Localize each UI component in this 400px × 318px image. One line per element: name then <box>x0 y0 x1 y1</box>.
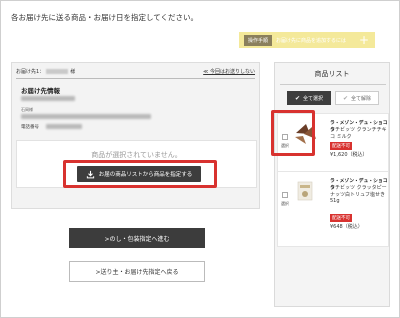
highlight-pick-button <box>63 160 217 188</box>
destination-header: お届け先1： 様 ≪ 今回はお送りしない <box>16 67 255 76</box>
skip-destination-link[interactable]: ≪ 今回はお送りしない <box>203 68 255 75</box>
clear-all-label: 全て解除 <box>351 95 372 102</box>
clear-all-button[interactable]: ✔ 全て解除 <box>335 91 379 105</box>
address-redacted <box>21 96 75 101</box>
divider <box>16 78 255 79</box>
back-to-sender-button[interactable]: >送り主・お届け先指定へ戻る <box>69 261 205 282</box>
name-label: 石岡様 <box>21 107 33 112</box>
help-bar[interactable]: 操作手順 お届け先に商品を追加するには + <box>239 32 375 48</box>
product-list-panel: 商品リスト ✔ 全て選択 ✔ 全て解除 選択 ラ・メゾン・デュ・ショコラ タチビ… <box>274 62 390 307</box>
status-badge: 配送不可 <box>330 142 352 150</box>
destination-label: お届け先1： <box>16 69 45 75</box>
product-image-box <box>290 176 320 206</box>
product-name: タチビッツ クランチチキコ ミルク <box>330 127 387 140</box>
phone-redacted <box>46 124 82 129</box>
page-frame: 各お届け先に送る商品・お届け日を指定してください。 操作手順 お届け先に商品を追… <box>0 0 400 318</box>
check-icon: ✔ <box>342 94 348 102</box>
status-badge: 配送不可 <box>330 214 352 222</box>
destination-info-title: お届け先情報 <box>21 87 60 95</box>
select-label: 選択 <box>281 201 289 206</box>
product-price: ¥1,620（税込） <box>330 152 368 158</box>
plus-icon[interactable]: + <box>359 34 369 46</box>
check-icon: ✔ <box>294 94 300 102</box>
product-price: ¥648（税込） <box>330 224 363 230</box>
product-checkbox[interactable] <box>282 192 288 198</box>
highlight-first-product <box>271 110 315 156</box>
destination-honorific: 様 <box>70 69 76 75</box>
email-redacted <box>21 114 151 119</box>
product-list-title: 商品リスト <box>314 70 350 78</box>
select-all-button[interactable]: ✔ 全て選択 <box>287 91 331 105</box>
empty-products-text: 商品が選択されていません。 <box>91 151 182 159</box>
page-instruction: 各お届け先に送る商品・お届け日を指定してください。 <box>11 13 199 22</box>
next-noshi-wrapping-button[interactable]: >のし・包装指定へ進む <box>69 228 205 248</box>
select-all-label: 全て選択 <box>303 95 324 102</box>
phone-label: 電話番号 <box>21 125 39 130</box>
destination-name-redacted <box>46 69 69 74</box>
product-name: タチビッツ クラッタピーナッツ白トリュフ塩せき 51g <box>330 185 387 204</box>
help-text: お届け先に商品を追加するには <box>276 37 347 44</box>
product-item: 選択 ラ・メゾン・デュ・ショコラ タチビッツ クラッタピーナッツ白トリュフ塩せき… <box>277 171 389 247</box>
divider <box>280 84 386 85</box>
help-tag: 操作手順 <box>244 34 273 46</box>
